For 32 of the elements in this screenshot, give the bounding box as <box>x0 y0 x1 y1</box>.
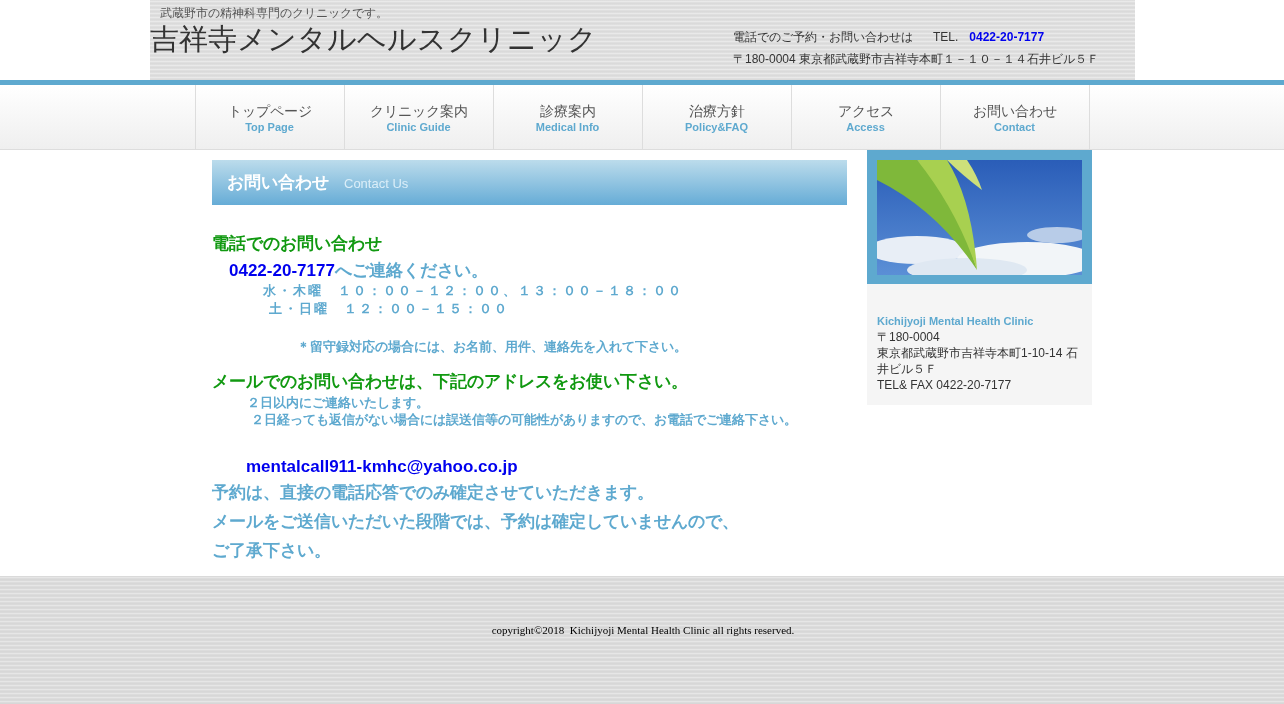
sidebar-text: TEL& FAX 0422-20-7177 <box>877 377 1013 393</box>
note-text: ＊留守録対応の場合には、お名前、用件、連絡先を入れて下さい。 <box>296 338 688 356</box>
tagline: 武蔵野市の精神科専門のクリニックです。 <box>159 5 389 22</box>
nav-item[interactable]: お問い合わせ Contact <box>940 85 1090 149</box>
notice-text: ご了承下さい。 <box>212 540 332 562</box>
tel-label: TEL. <box>933 29 959 46</box>
hours-text: 土・日曜 １２：００－１５：００ <box>267 300 510 318</box>
nav-item[interactable]: トップページ Top Page <box>195 85 345 149</box>
sidebar-text: 東京都武蔵野市吉祥寺本町1-10-14 石井ビル５Ｆ <box>877 345 1079 377</box>
notice-text: 予約は、直接の電話応答でのみ確定させていただきます。 <box>212 482 655 504</box>
nav-item[interactable]: アクセス Access <box>791 85 941 149</box>
nav-item[interactable]: クリニック案内 Clinic Guide <box>344 85 494 149</box>
copyright-text: copyright©2018 Kichijyoji Mental Health Clinic all rights reserved. <box>491 623 795 638</box>
info-text: ２日経っても返信がない場合には誤送信等の可能性がありますので、お電話でご連絡下さい。 <box>249 411 798 428</box>
email-link[interactable]: mentalcall911-kmhc@yahoo.co.jp <box>246 456 518 478</box>
nav-item[interactable]: 治療方針 Policy&FAQ <box>642 85 792 149</box>
section-heading: 電話でのお問い合わせ <box>212 233 383 255</box>
notice-text: メールをご送信いただいた段階では、予約は確定していませんので、 <box>212 511 740 533</box>
info-text: ２日以内にご連絡いたします。 <box>246 394 430 411</box>
address-text: 〒180-0004 東京都武蔵野市吉祥寺本町１－１０－１４石井ビル５Ｆ <box>733 51 1101 68</box>
nav-item[interactable]: 診療案内 Medical Info <box>493 85 643 149</box>
contact-label: 電話でのご予約・お問い合わせは <box>733 29 913 46</box>
sidebar-text: 〒180-0004 <box>877 329 941 345</box>
site-title[interactable]: 吉祥寺メンタルヘルスクリニック <box>150 21 597 57</box>
clinic-name: Kichijyoji Mental Health Clinic <box>877 314 1035 329</box>
phone-text: へご連絡ください。 <box>334 261 488 280</box>
page-subheading: Contact Us <box>344 174 409 193</box>
hours-text: 水・木曜 １０：００－１２：００、１３：００－１８：００ <box>262 282 684 300</box>
section-heading: メールでのお問い合わせは、下記のアドレスをお使い下さい。 <box>212 371 689 393</box>
page-heading: お問い合わせ <box>227 171 329 194</box>
phone-link[interactable]: 0422-20-7177 <box>229 261 335 280</box>
phone-number: 0422-20-7177 <box>969 29 1045 46</box>
